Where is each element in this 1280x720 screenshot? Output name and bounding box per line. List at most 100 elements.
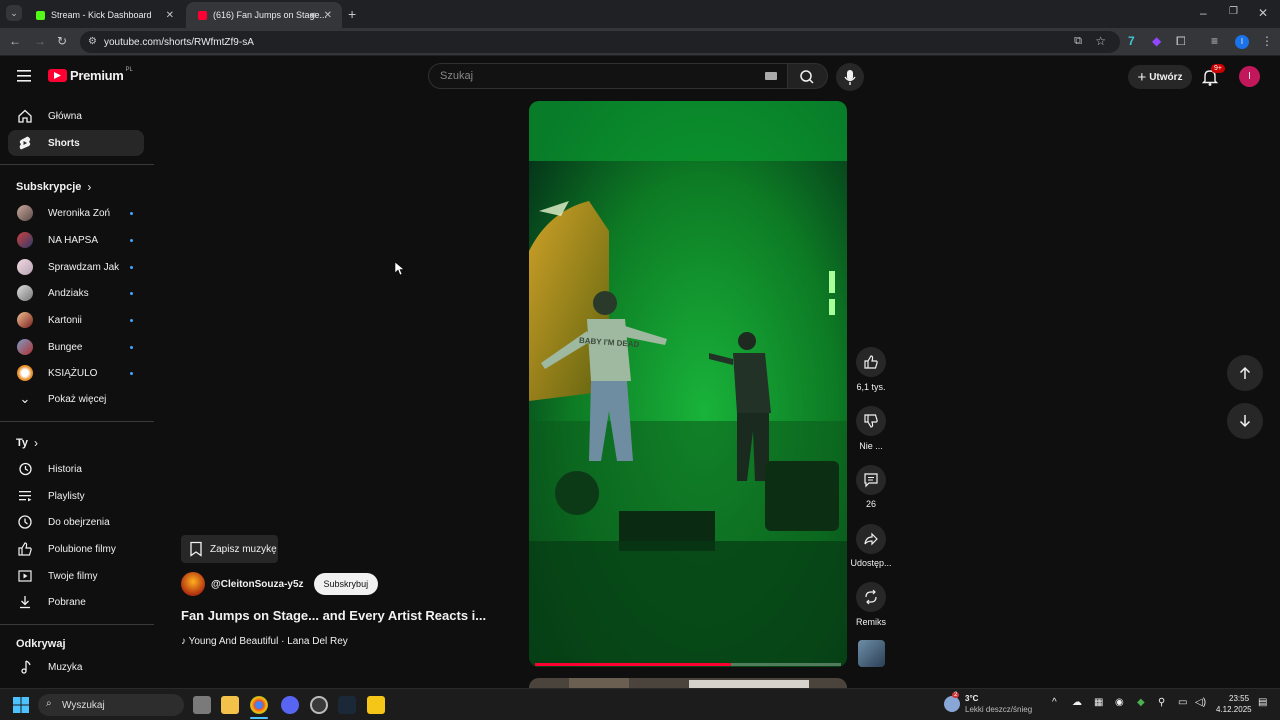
chrome-menu-icon[interactable]: ⋮ (1261, 34, 1273, 48)
profile-avatar[interactable]: I (1235, 35, 1249, 49)
task-view-icon[interactable] (193, 696, 211, 714)
sidebar-item-subscription[interactable]: KSIĄŻULO (8, 360, 144, 386)
chrome-taskbar-icon[interactable] (250, 696, 268, 714)
new-tab-icon[interactable]: + (348, 6, 356, 22)
microphone-icon (844, 70, 856, 85)
sidebar-item-subscription[interactable]: Bungee (8, 334, 144, 360)
sidebar-item-subscription[interactable]: Andziaks (8, 280, 144, 306)
music-thumbnail[interactable] (858, 640, 885, 667)
keyboard-icon[interactable] (765, 72, 777, 80)
install-app-icon[interactable]: ⧉ (1074, 35, 1082, 48)
windows-start-icon[interactable] (13, 697, 29, 713)
minimize-icon[interactable]: – (1200, 6, 1207, 20)
sidebar-item-subscription[interactable]: Weronika Zoń (8, 200, 144, 226)
chevron-up-icon[interactable]: ^ (1052, 697, 1057, 708)
back-icon[interactable]: ← (9, 34, 21, 48)
like-count: 6,1 tys. (856, 382, 886, 392)
voice-search-button[interactable] (836, 63, 864, 91)
steam-tray-icon[interactable]: ◉ (1115, 697, 1124, 708)
taskbar-search-input[interactable]: ⌕ Wyszukaj (38, 694, 184, 716)
app-icon[interactable] (367, 696, 385, 714)
logo-text: Premium (70, 68, 124, 83)
short-title[interactable]: Fan Jumps on Stage... and Every Artist R… (181, 608, 486, 623)
tab-title: Stream - Kick Dashboard (51, 10, 152, 20)
notifications-button[interactable]: 9+ (1201, 64, 1225, 86)
dislike-button[interactable] (856, 406, 886, 436)
weather-icon[interactable]: 2 (944, 692, 960, 712)
comment-count: 26 (865, 499, 876, 509)
channel-handle[interactable]: @CleitonSouza-y5z (211, 579, 304, 590)
clock-date[interactable]: 4.12.2025 (1216, 705, 1252, 714)
channel-avatar (17, 205, 33, 221)
create-button[interactable]: + Utwórz (1128, 65, 1192, 89)
new-content-dot (130, 291, 133, 295)
subscriptions-header[interactable]: Subskrypcje › (16, 180, 91, 194)
sidebar-item-music[interactable]: Muzyka (8, 654, 144, 680)
sidebar-item-history[interactable]: Historia (8, 456, 144, 482)
clock-time[interactable]: 23:55 (1229, 694, 1249, 703)
tab-search-icon[interactable]: ⌄ (6, 5, 22, 21)
discord-icon[interactable] (281, 696, 299, 714)
restore-icon[interactable]: ❐ (1229, 6, 1238, 17)
tray-app-icon[interactable]: ▦ (1094, 697, 1103, 708)
subscribe-button[interactable]: Subskrybuj (313, 573, 379, 595)
tray-shield-icon[interactable]: ◆ (1137, 697, 1145, 708)
next-short-button[interactable] (1227, 403, 1263, 439)
show-more-button[interactable]: ⌄ Pokaż więcej (8, 386, 144, 412)
you-header[interactable]: Ty › (16, 436, 38, 450)
divider (0, 164, 154, 165)
sidebar-item-shorts[interactable]: Shorts (8, 130, 144, 156)
video-progress-bar[interactable] (535, 663, 841, 666)
sidebar-item-subscription[interactable]: Kartonii (8, 307, 144, 333)
music-credit-text: Young And Beautiful · Lana Del Rey (188, 636, 348, 647)
bookmark-star-icon[interactable]: ☆ (1095, 34, 1106, 48)
previous-short-button[interactable] (1227, 355, 1263, 391)
weather-badge: 2 (952, 692, 960, 698)
sidebar-item-home[interactable]: Główna (8, 103, 144, 129)
comments-button[interactable] (856, 465, 886, 495)
music-credit[interactable]: ♪ Young And Beautiful · Lana Del Rey (181, 636, 348, 647)
search-input[interactable]: Szukaj (428, 63, 788, 89)
window-close-icon[interactable]: ✕ (1258, 6, 1268, 20)
network-icon[interactable]: ▭ (1178, 697, 1187, 708)
sidebar-item-your-videos[interactable]: Twoje filmy (8, 563, 144, 589)
sidebar-item-label: Historia (48, 463, 82, 475)
tab-youtube-short[interactable]: (616) Fan Jumps on Stage... 🔊︎ ✕ (186, 2, 342, 28)
notification-center-icon[interactable]: ▤ (1258, 697, 1267, 708)
short-video-player[interactable]: BABY I'M DEAD (529, 101, 847, 667)
youtube-premium-logo[interactable]: Premium PL (48, 67, 133, 83)
address-bar[interactable]: ⚙ youtube.com/shorts/RWfmtZf9-sA ⧉ ☆ (80, 31, 1120, 53)
extensions-puzzle-icon[interactable]: ⧠ (1176, 34, 1186, 49)
share-button[interactable] (856, 524, 886, 554)
audio-playing-icon[interactable]: 🔊︎ (310, 10, 316, 21)
channel-avatar[interactable] (181, 572, 205, 596)
volume-icon[interactable]: ◁) (1195, 697, 1206, 708)
microphone-tray-icon[interactable]: ⚲ (1158, 697, 1165, 708)
extension-7tv-icon[interactable]: 7 (1128, 34, 1135, 48)
reload-icon[interactable]: ↻ (57, 34, 67, 48)
tab-close-icon[interactable]: ✕ (166, 10, 174, 21)
obs-icon[interactable] (310, 696, 328, 714)
account-avatar[interactable]: I (1239, 66, 1260, 87)
site-info-icon[interactable]: ⚙ (88, 36, 97, 47)
hamburger-menu-icon[interactable] (17, 70, 31, 82)
tab-kick-dashboard[interactable]: Stream - Kick Dashboard ✕ (24, 2, 184, 28)
save-music-button[interactable]: Zapisz muzykę (181, 535, 278, 563)
onedrive-icon[interactable]: ☁ (1072, 697, 1082, 708)
search-placeholder: Szukaj (440, 70, 474, 82)
search-button[interactable] (788, 63, 828, 89)
sidebar-item-subscription[interactable]: NA HAPSA (8, 227, 144, 253)
sidebar-item-liked[interactable]: Polubione filmy (8, 536, 144, 562)
remix-button[interactable] (856, 582, 886, 612)
forward-icon[interactable]: → (34, 34, 46, 48)
sidebar-item-watch-later[interactable]: Do obejrzenia (8, 509, 144, 535)
file-explorer-icon[interactable] (221, 696, 239, 714)
steam-icon[interactable] (338, 696, 356, 714)
sidebar-item-subscription[interactable]: Sprawdzam Jak (8, 254, 144, 280)
tab-close-icon[interactable]: ✕ (324, 10, 332, 21)
sidebar-item-downloads[interactable]: Pobrane (8, 589, 144, 615)
media-control-icon[interactable]: ≡ (1211, 34, 1218, 48)
like-button[interactable] (856, 347, 886, 377)
extension-purple-icon[interactable]: ◆ (1152, 34, 1161, 48)
sidebar-item-playlists[interactable]: Playlisty (8, 483, 144, 509)
